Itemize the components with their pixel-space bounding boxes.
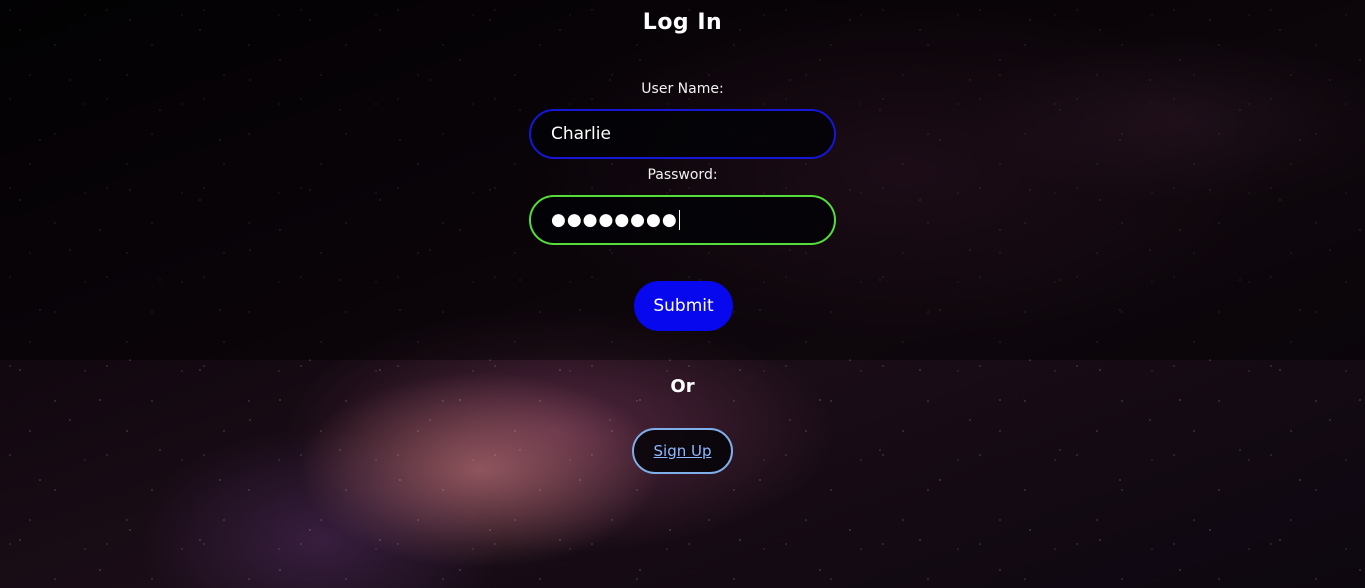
password-input[interactable]: ●●●●●●●● [529,195,836,245]
submit-button[interactable]: Submit [634,281,733,331]
username-input[interactable] [529,109,836,159]
password-mask: ●●●●●●●● [551,210,678,230]
sign-up-link[interactable]: Sign Up [654,442,712,460]
text-caret [678,210,680,230]
sign-up-button[interactable]: Sign Up [632,428,733,474]
username-label: User Name: [641,81,724,97]
password-label: Password: [647,167,718,183]
page-title: Log In [642,10,723,35]
or-separator: Or [670,376,695,397]
login-page: Log In User Name: Password: ●●●●●●●● Sub… [0,0,1365,588]
